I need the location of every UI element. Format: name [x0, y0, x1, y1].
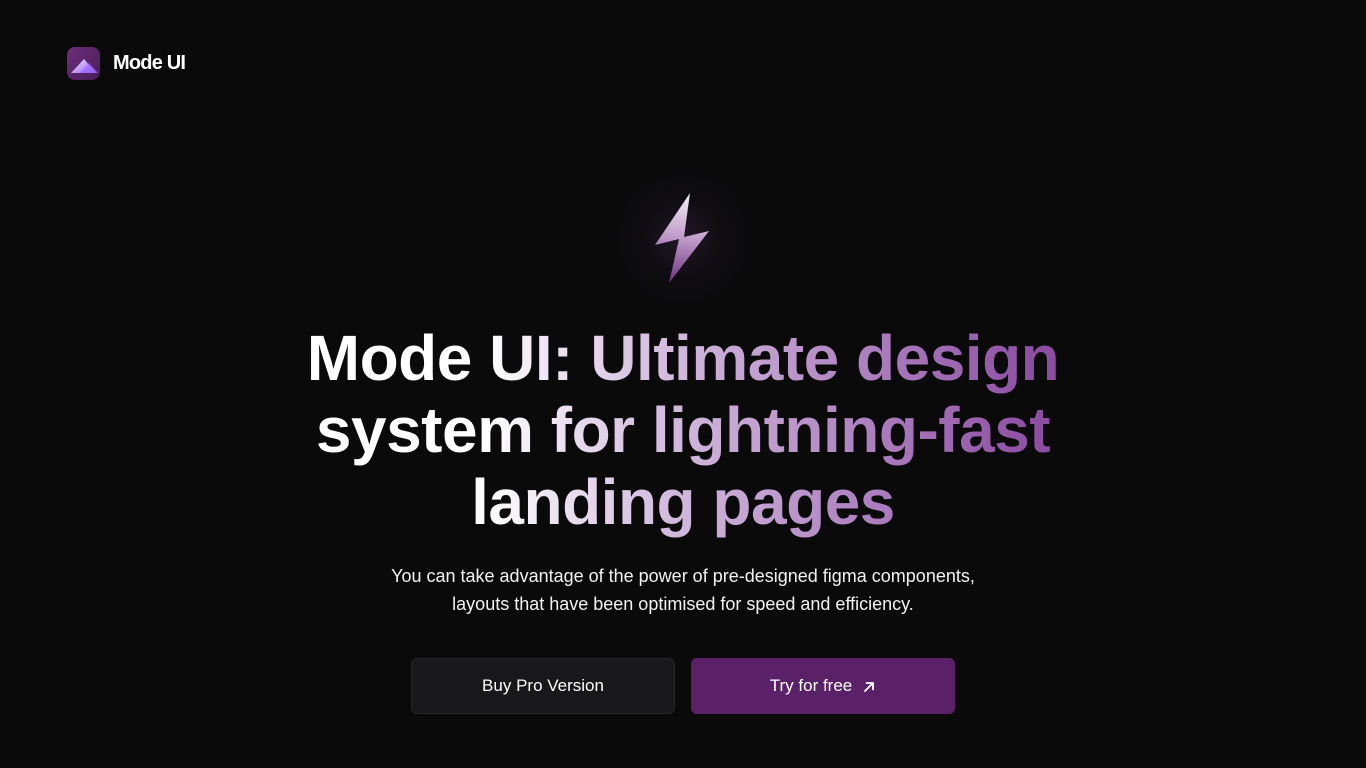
headline-line-3: landing pages: [471, 466, 895, 538]
lightning-bolt-icon: [655, 193, 709, 283]
headline-line-2: system for lightning-fast: [315, 394, 1051, 466]
try-for-free-label: Try for free: [769, 676, 853, 695]
headline-line-1: Mode UI: Ultimate design: [306, 322, 1060, 394]
landing-page: Mode UI Mode UI: Ultimate design system …: [0, 0, 1366, 768]
buy-pro-label: Buy Pro Version: [482, 676, 604, 695]
description-line-2: layouts that have been optimised for spe…: [452, 594, 914, 614]
buy-pro-button[interactable]: Buy Pro Version: [411, 658, 675, 714]
header: Mode UI: [67, 46, 186, 80]
brand-name[interactable]: Mode UI: [113, 52, 186, 75]
mode-ui-logo-icon[interactable]: [67, 46, 100, 80]
description-line-1: You can take advantage of the power of p…: [391, 566, 975, 586]
try-for-free-button[interactable]: Try for free: [691, 658, 955, 714]
arrow-up-right-icon: [864, 682, 875, 692]
hero-headline: Mode UI: Ultimate design system for ligh…: [183, 322, 1183, 538]
hero-description: You can take advantage of the power of p…: [333, 562, 1033, 618]
